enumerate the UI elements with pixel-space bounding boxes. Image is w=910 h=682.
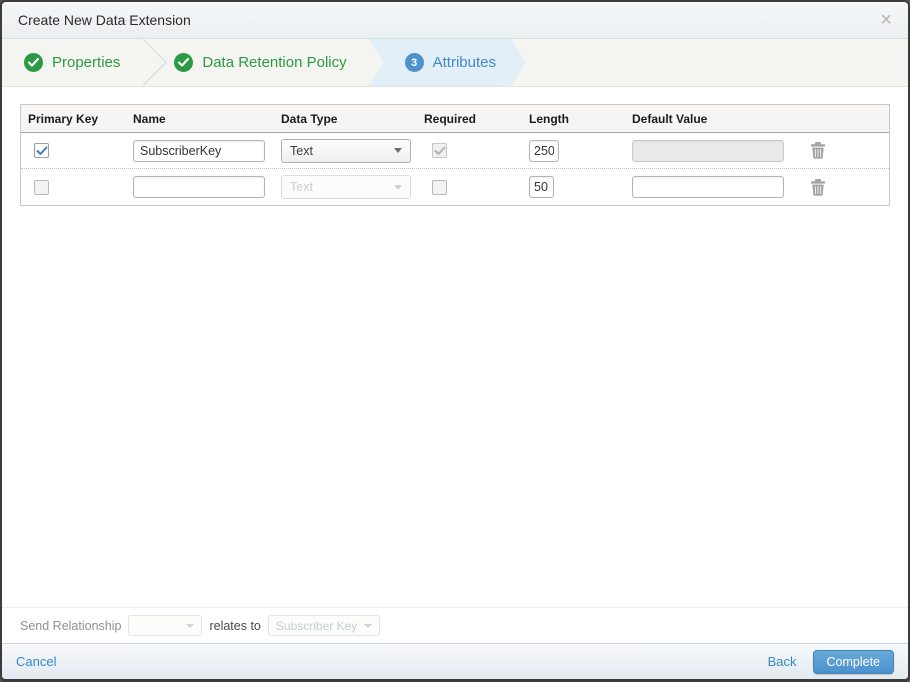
default-value-input-disabled bbox=[632, 139, 784, 162]
length-input[interactable] bbox=[529, 176, 554, 198]
col-header-default-value: Default Value bbox=[632, 111, 708, 126]
chevron-down-icon bbox=[186, 623, 195, 628]
relates-to-label: relates to bbox=[209, 618, 261, 633]
cancel-link[interactable]: Cancel bbox=[16, 654, 56, 669]
length-input[interactable] bbox=[529, 139, 559, 162]
col-header-length: Length bbox=[529, 111, 569, 126]
wizard-step-bar: Properties Data Retention Policy 3 Attri… bbox=[2, 39, 908, 87]
col-header-data-type: Data Type bbox=[281, 111, 338, 126]
back-link[interactable]: Back bbox=[768, 654, 797, 669]
primary-key-checkbox[interactable] bbox=[34, 143, 49, 158]
modal-title: Create New Data Extension bbox=[18, 12, 191, 28]
modal-footer: Cancel Back Complete bbox=[2, 643, 908, 679]
attribute-name-input[interactable] bbox=[133, 139, 265, 162]
attribute-name-input[interactable] bbox=[133, 176, 265, 198]
attribute-row-1: Text bbox=[21, 133, 889, 169]
wizard-step-attributes[interactable]: 3 Attributes bbox=[369, 39, 526, 86]
required-checkbox[interactable] bbox=[432, 179, 447, 195]
delete-row-trash-icon[interactable] bbox=[810, 178, 826, 196]
primary-key-checkbox[interactable] bbox=[34, 179, 49, 195]
subscriber-key-select-disabled: Subscriber Key bbox=[267, 615, 381, 636]
chevron-down-icon bbox=[394, 184, 402, 190]
step-complete-check-icon bbox=[174, 53, 194, 72]
step-label: Properties bbox=[52, 54, 121, 71]
complete-button[interactable]: Complete bbox=[812, 649, 894, 674]
data-type-select-disabled: Text bbox=[281, 175, 411, 199]
create-data-extension-modal: Create New Data Extension × Properties D… bbox=[0, 0, 910, 682]
attributes-table: Primary Key Name Data Type Required Leng… bbox=[20, 104, 890, 206]
step-label: Attributes bbox=[432, 54, 496, 71]
send-relationship-field-select-disabled bbox=[128, 615, 203, 636]
subscriber-key-value: Subscriber Key bbox=[275, 618, 358, 633]
required-checkbox-disabled bbox=[432, 143, 447, 158]
data-type-select[interactable]: Text bbox=[281, 138, 411, 163]
chevron-down-icon bbox=[394, 148, 402, 153]
wizard-step-properties[interactable]: Properties bbox=[10, 39, 168, 86]
col-header-required: Required bbox=[424, 111, 477, 126]
col-header-name: Name bbox=[133, 111, 166, 126]
modal-content: Primary Key Name Data Type Required Leng… bbox=[2, 87, 908, 643]
send-relationship-bar: Send Relationship relates to Subscriber … bbox=[2, 607, 908, 643]
close-icon[interactable]: × bbox=[880, 10, 892, 30]
modal-titlebar: Create New Data Extension × bbox=[2, 2, 908, 39]
attributes-table-header: Primary Key Name Data Type Required Leng… bbox=[21, 105, 889, 133]
chevron-down-icon bbox=[364, 623, 373, 628]
wizard-step-data-retention-policy[interactable]: Data Retention Policy bbox=[160, 39, 394, 86]
step-complete-check-icon bbox=[24, 53, 43, 72]
step-label: Data Retention Policy bbox=[202, 54, 347, 71]
send-relationship-label: Send Relationship bbox=[20, 618, 122, 633]
default-value-input[interactable] bbox=[632, 176, 784, 198]
delete-row-trash-icon[interactable] bbox=[810, 142, 826, 159]
attribute-row-2: Text bbox=[21, 169, 889, 205]
data-type-value: Text bbox=[290, 180, 313, 194]
step-number-badge: 3 bbox=[405, 53, 424, 72]
col-header-primary-key: Primary Key bbox=[28, 111, 99, 126]
data-type-value: Text bbox=[290, 143, 313, 158]
